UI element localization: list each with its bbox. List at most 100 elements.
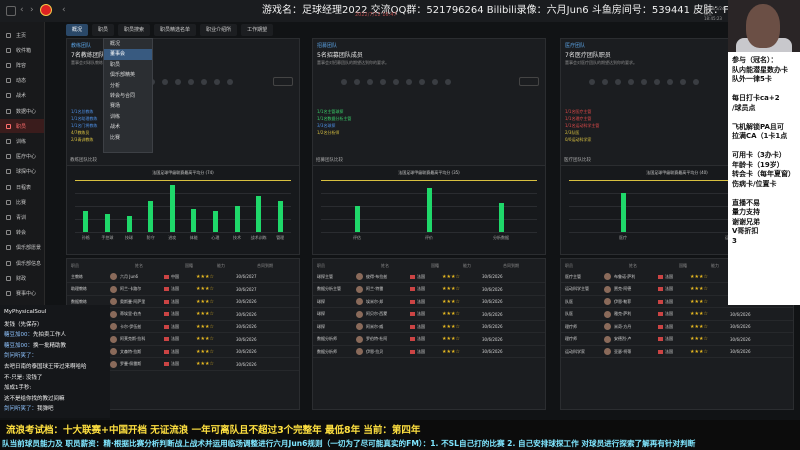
- club-crest-icon[interactable]: [40, 4, 52, 16]
- table-header[interactable]: 姓名: [135, 263, 143, 269]
- table-header[interactable]: 国籍: [431, 263, 439, 269]
- staff-avatar-slot[interactable]: [406, 79, 412, 85]
- sidebar-item-0[interactable]: 主页: [0, 28, 44, 42]
- menu-item-5[interactable]: 转会与合同: [104, 91, 152, 101]
- back-icon[interactable]: ‹: [20, 5, 24, 15]
- staff-avatar-slot[interactable]: [445, 79, 451, 85]
- staff-avatar-slot[interactable]: [354, 79, 360, 85]
- menu-item-4[interactable]: 分析: [104, 81, 152, 91]
- staff-avatar-slot[interactable]: [680, 79, 686, 85]
- sidebar-item-12[interactable]: 青训: [0, 210, 44, 224]
- staff-avatar-slot[interactable]: [341, 79, 347, 85]
- staff-avatar-slot[interactable]: [162, 79, 168, 85]
- staff-avatar-slot[interactable]: [641, 79, 647, 85]
- bar-心理[interactable]: [212, 211, 218, 232]
- history-icon[interactable]: ‹: [62, 5, 66, 15]
- table-header[interactable]: 职员: [317, 263, 325, 269]
- staff-avatar-slot[interactable]: [602, 79, 608, 85]
- table-header[interactable]: 职员: [565, 263, 573, 269]
- table-header[interactable]: 能力: [217, 263, 225, 269]
- menu-item-6[interactable]: 赛场: [104, 101, 152, 111]
- menu-icon[interactable]: [6, 6, 16, 16]
- table-row[interactable]: 数据分析师 伊恩·拉贝 法国 ★★★☆ 30/6/2026: [313, 346, 545, 358]
- table-header[interactable]: 姓名: [629, 263, 637, 269]
- bar-手控球[interactable]: [104, 213, 110, 232]
- sidebar-item-13[interactable]: 转会: [0, 226, 44, 240]
- staff-avatar-slot[interactable]: [432, 79, 438, 85]
- sidebar-item-9[interactable]: 球探中心: [0, 165, 44, 179]
- staff-avatar-slot[interactable]: [667, 79, 673, 85]
- sidebar-item-3[interactable]: 动态: [0, 74, 44, 88]
- table-row[interactable]: 球探主管 彼得·布拉兹 法国 ★★★☆ 30/6/2026: [313, 271, 545, 283]
- tab-5[interactable]: 工作期望: [241, 24, 274, 36]
- bar-技术[interactable]: [234, 206, 240, 232]
- panel-title[interactable]: 教练团队: [71, 42, 91, 49]
- table-row[interactable]: 运动科学家 亚瑟·柯蒂 法国 ★★★☆ 30/6/2026: [561, 346, 793, 358]
- bar-战术训练[interactable]: [256, 195, 262, 232]
- staff-avatar-slot[interactable]: [693, 79, 699, 85]
- table-header[interactable]: 合同到期: [503, 263, 519, 269]
- sidebar-item-10[interactable]: 日程表: [0, 180, 44, 194]
- bar-医疗[interactable]: [620, 193, 626, 232]
- bar-防守[interactable]: [148, 200, 154, 232]
- panel-title[interactable]: 医疗团队: [565, 42, 585, 49]
- table-header[interactable]: 职员: [71, 263, 79, 269]
- sidebar-item-8[interactable]: 医疗中心: [0, 150, 44, 164]
- table-header[interactable]: 合同到期: [257, 263, 273, 269]
- bar-体能[interactable]: [191, 208, 197, 232]
- table-header[interactable]: 姓名: [381, 263, 389, 269]
- sidebar-item-7[interactable]: 训练: [0, 134, 44, 148]
- staff-avatar-slot[interactable]: [654, 79, 660, 85]
- staff-avatar-slot[interactable]: [227, 79, 233, 85]
- table-row[interactable]: 理疗师 安德烈·卢 法国 ★★★☆ 30/6/2026: [561, 334, 793, 346]
- bar-评估[interactable]: [354, 206, 360, 232]
- staff-avatar-slot[interactable]: [214, 79, 220, 85]
- menu-item-2[interactable]: 职员: [104, 60, 152, 70]
- table-header[interactable]: 能力: [463, 263, 471, 269]
- menu-item-7[interactable]: 训练: [104, 112, 152, 122]
- tab-1[interactable]: 职员: [92, 24, 115, 36]
- sidebar-item-2[interactable]: 阵容: [0, 58, 44, 72]
- staff-avatar-slot[interactable]: [628, 79, 634, 85]
- staff-avatar-slot[interactable]: [175, 79, 181, 85]
- table-header[interactable]: 国籍: [185, 263, 193, 269]
- table-row[interactable]: 球探 埃米尔·邦 法国 ★★★☆ 30/6/2026: [313, 296, 545, 308]
- panel-dropdown[interactable]: [273, 77, 293, 86]
- sidebar-item-17[interactable]: 赛事中心: [0, 286, 44, 300]
- sidebar-item-1[interactable]: 收件箱: [0, 43, 44, 57]
- table-row[interactable]: 球探 阿贝尔·西蒙 法国 ★★★☆ 30/6/2026: [313, 309, 545, 321]
- sidebar-item-11[interactable]: 比赛: [0, 195, 44, 209]
- staff-avatar-slot[interactable]: [615, 79, 621, 85]
- bar-孙格[interactable]: [83, 211, 89, 232]
- menu-item-8[interactable]: 战术: [104, 122, 152, 132]
- bar-分析数据[interactable]: [498, 203, 504, 232]
- staff-avatar-slot[interactable]: [367, 79, 373, 85]
- table-row[interactable]: 数据分析主管 阿兰·特雷 法国 ★★★☆ 30/6/2026: [313, 284, 545, 296]
- staff-avatar-slot[interactable]: [188, 79, 194, 85]
- sidebar-item-15[interactable]: 俱乐部信息: [0, 256, 44, 270]
- menu-item-1[interactable]: 董事会: [104, 49, 152, 60]
- bar-技球[interactable]: [126, 216, 132, 232]
- table-header[interactable]: 能力: [711, 263, 719, 269]
- staff-avatar-slot[interactable]: [380, 79, 386, 85]
- table-row[interactable]: 数据分析师 罗伯特·杜阿 法国 ★★★☆ 30/6/2026: [313, 334, 545, 346]
- bar-管理[interactable]: [277, 200, 283, 232]
- menu-item-0[interactable]: 概况: [104, 39, 152, 49]
- table-row[interactable]: 队医 雅克·萨利 法国 ★★★☆ 30/6/2026: [561, 309, 793, 321]
- sidebar-item-16[interactable]: 财政: [0, 271, 44, 285]
- staff-avatar-slot[interactable]: [201, 79, 207, 85]
- sidebar-item-6[interactable]: 职员: [0, 119, 44, 134]
- sidebar-item-5[interactable]: 数据中心: [0, 104, 44, 118]
- staff-avatar-slot[interactable]: [393, 79, 399, 85]
- panel-title[interactable]: 招募团队: [317, 42, 337, 49]
- sidebar-item-4[interactable]: 战术: [0, 89, 44, 103]
- bar-进攻[interactable]: [169, 185, 175, 232]
- tab-2[interactable]: 职员搜索: [118, 24, 151, 36]
- tab-3[interactable]: 职员精选名单: [154, 24, 197, 36]
- sidebar-item-14[interactable]: 俱乐部愿景: [0, 241, 44, 255]
- table-row[interactable]: 理疗师 米奇·方丹 法国 ★★★☆ 30/6/2026: [561, 321, 793, 333]
- menu-item-9[interactable]: 比赛: [104, 133, 152, 143]
- panel-dropdown[interactable]: [519, 77, 539, 86]
- table-row[interactable]: 主教练 六月 Jun6 中国 ★★★☆ 30/6/2027: [67, 271, 299, 283]
- bar-评价[interactable]: [426, 187, 432, 232]
